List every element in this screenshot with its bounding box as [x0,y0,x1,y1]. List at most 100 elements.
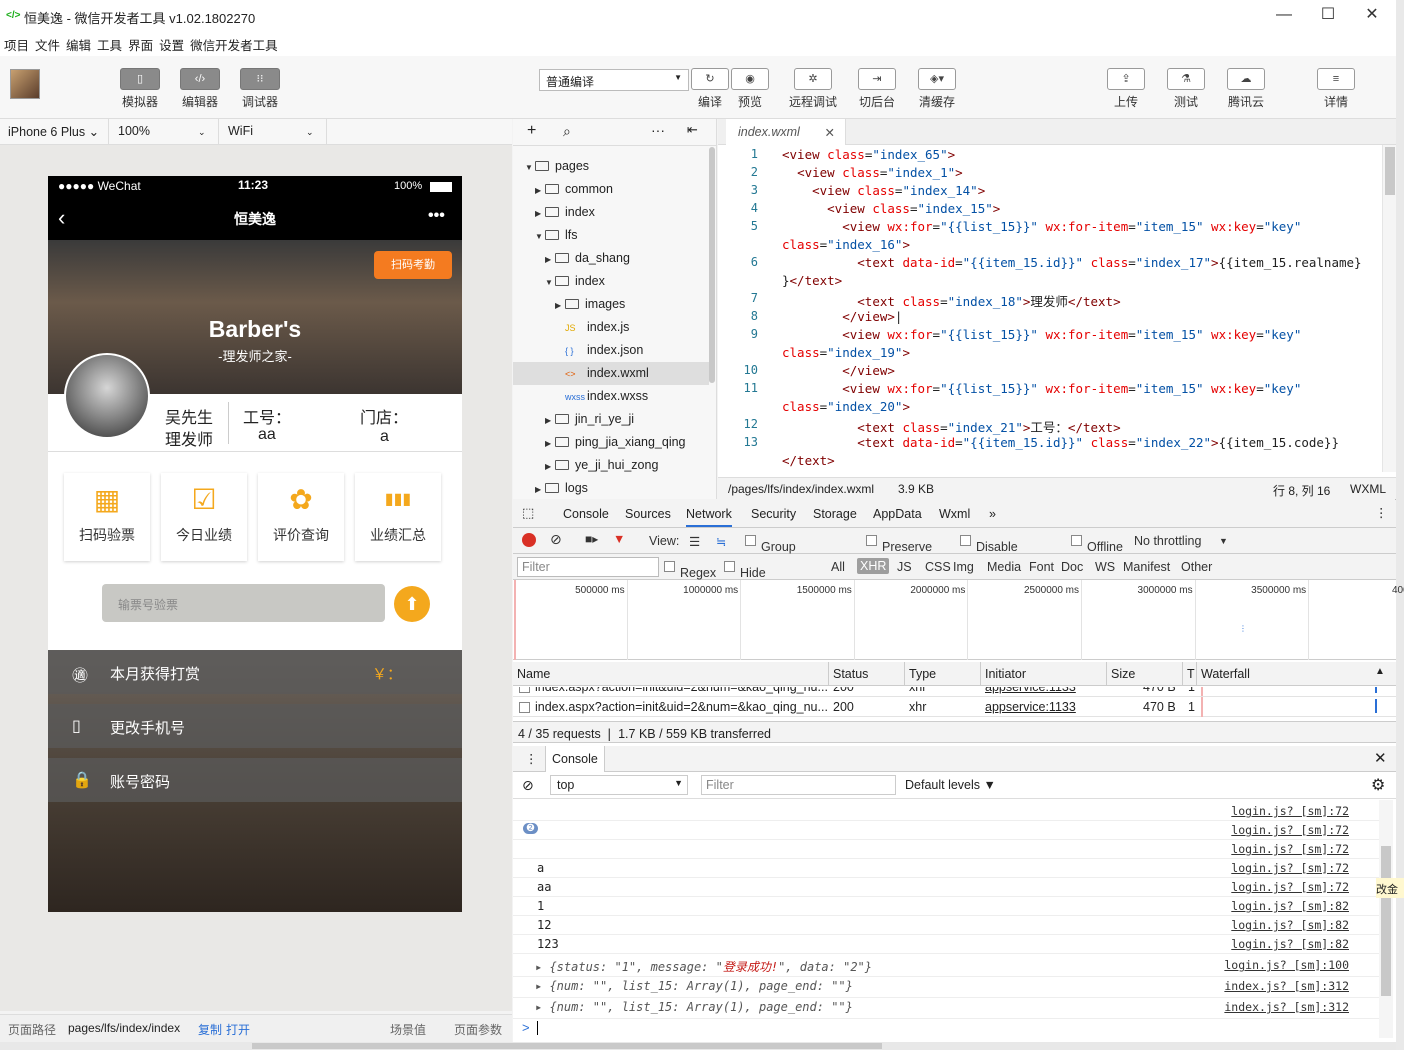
scrollbar[interactable] [709,147,715,383]
menu-item-5[interactable]: 设置 [155,32,186,54]
remote-debug-button[interactable]: ✲ 远程调试 [788,56,838,110]
source-link[interactable]: login.js? [sm]:72 [1231,861,1349,875]
tree-item-index[interactable]: ▶ index [513,201,709,224]
feature-0[interactable]: ▦ 扫码验票 [64,473,150,561]
menu-row-2[interactable]: 🔒 账号密码 [48,758,462,802]
tab-index-wxml[interactable]: index.wxml ✕ [726,119,846,145]
avatar[interactable] [64,353,150,439]
preview-button[interactable]: ◉ 预览 [730,56,770,110]
column-name[interactable]: Name [517,667,550,681]
tree-item-ye-ji-hui-zong[interactable]: ▶ ye_ji_hui_zong [513,454,709,477]
inspect-icon[interactable]: ⬚ [522,505,534,521]
tree-item-index-json[interactable]: { } index.json [513,339,709,362]
tab-wxml[interactable]: Wxml [939,507,970,521]
menu-item-1[interactable]: 文件 [31,32,62,54]
table-row[interactable]: index.aspx?action=init&uid=2&num=&kao_qi… [513,687,1396,697]
log-levels-select[interactable]: Default levels ▼ [905,778,996,792]
source-link[interactable]: login.js? [sm]:72 [1231,804,1349,818]
more-icon[interactable]: ••• [428,207,445,225]
hide-data-urls-checkbox[interactable]: Hide data URLs [724,560,771,608]
tree-item-ping-jia-xiang-qing[interactable]: ▶ ping_jia_xiang_qing [513,431,709,454]
add-icon[interactable]: + [527,122,536,140]
chevron-down-icon[interactable]: ▼ [525,156,535,179]
filter-type-ws[interactable]: WS [1095,560,1115,574]
column-status[interactable]: Status [833,667,868,681]
minimize-icon[interactable]: — [1262,2,1306,30]
tab-sources[interactable]: Sources [625,507,671,521]
initiator-link[interactable]: appservice:1133 [985,700,1076,714]
console-log-row[interactable]: ▸ {num: "", list_15: Array(1), page_end:… [513,977,1383,998]
group-by-frame-checkbox[interactable]: Group by frame [745,534,796,582]
source-link[interactable]: login.js? [sm]:82 [1231,899,1349,913]
filter-type-media[interactable]: Media [987,560,1021,574]
scrollbar[interactable] [1379,800,1393,1038]
row-checkbox[interactable] [519,702,530,713]
tree-item-index-wxml[interactable]: <> index.wxml [513,362,709,385]
chevron-right-icon[interactable]: ▶ [545,409,555,432]
tab-network[interactable]: Network [686,507,732,527]
console-log-row[interactable]: ▸ {num: "", list_15: Array(1), page_end:… [513,998,1383,1019]
menu-row-0[interactable]: ㊜本月获得打赏 ￥： [48,650,462,694]
record-icon[interactable] [522,533,536,547]
source-link[interactable]: login.js? [sm]:72 [1231,880,1349,894]
debugger-button[interactable]: ⁝⁝ 调试器 [240,56,280,110]
regex-checkbox[interactable]: Regex [664,560,716,580]
chevron-down-icon[interactable]: ▼ [535,225,545,248]
search-icon[interactable]: ⌕ [563,123,571,140]
tree-item-pages[interactable]: ▼ pages [513,155,709,178]
tab-[interactable]: » [989,507,996,521]
feature-3[interactable]: ▮▮▮ 业绩汇总 [355,473,441,561]
menu-item-2[interactable]: 编辑 [62,32,93,54]
chevron-right-icon[interactable]: ▶ [535,478,545,501]
copy-link[interactable]: 复制 [198,1021,222,1038]
language-mode[interactable]: WXML [1350,482,1386,496]
background-button[interactable]: ⇥ 切后台 [856,56,898,110]
filter-type-js[interactable]: JS [897,560,912,574]
throttling-select[interactable]: No throttling [1134,534,1201,548]
menu-row-1[interactable]: ▯ 更改手机号 [48,704,462,748]
scene-button[interactable]: 场景值 [390,1021,426,1038]
close-icon[interactable]: ✕ [825,125,835,140]
ticket-input[interactable]: 输票号验票 [102,584,385,622]
clear-icon[interactable]: ⊘ [550,531,562,548]
clear-cache-button[interactable]: ◈▾ 清缓存 [916,56,958,110]
scrollbar[interactable] [0,1042,1396,1050]
chevron-right-icon[interactable]: ▶ [545,432,555,455]
tree-item-logs[interactable]: ▶ logs [513,477,709,500]
gear-icon[interactable]: ⚙ [1371,775,1385,795]
tab-storage[interactable]: Storage [813,507,857,521]
scrollbar[interactable] [1382,145,1396,472]
source-link[interactable]: login.js? [sm]:82 [1231,918,1349,932]
camera-icon[interactable]: ■▸ [585,532,598,546]
verify-button[interactable]: ⬆ [394,586,430,622]
close-icon[interactable]: ✕ [1350,2,1394,30]
kebab-menu-icon[interactable]: ⋮ [1375,505,1388,520]
more-icon[interactable]: ··· [651,122,665,138]
clear-console-icon[interactable]: ⊘ [522,777,534,794]
waterfall-view-icon[interactable]: ≒ [716,534,727,549]
close-icon[interactable]: ✕ [1374,749,1387,767]
filter-type-css[interactable]: CSS [925,560,951,574]
preserve-log-checkbox[interactable]: Preserve log [866,534,932,568]
simulator-button[interactable]: ▯ 模拟器 [120,56,160,110]
tree-item-index-wxss[interactable]: wxss index.wxss [513,385,709,408]
details-button[interactable]: ≡ 详情 [1316,56,1356,110]
filter-icon[interactable]: ▼ [613,532,625,546]
list-view-icon[interactable]: ☰ [689,534,700,549]
test-button[interactable]: ⚗ 测试 [1166,56,1206,110]
tree-item-index[interactable]: ▼ index [513,270,709,293]
filter-type-img[interactable]: Img [953,560,974,574]
filter-type-other[interactable]: Other [1181,560,1212,574]
drawer-menu-icon[interactable]: ⋮ [525,751,538,766]
initiator-link[interactable]: appservice:1133 [985,687,1076,694]
zoom-select[interactable]: 100% [118,124,150,138]
source-link[interactable]: index.js? [sm]:312 [1224,1000,1349,1014]
menu-item-6[interactable]: 微信开发者工具 [186,32,280,54]
device-select[interactable]: iPhone 6 Plus ⌄ [8,124,99,139]
feature-1[interactable]: ☑ 今日业绩 [161,473,247,561]
source-link[interactable]: login.js? [sm]:72 [1231,823,1349,837]
tree-item-jin-ri-ye-ji[interactable]: ▶ jin_ri_ye_ji [513,408,709,431]
filter-type-all[interactable]: All [831,560,845,574]
tree-item-da-shang[interactable]: ▶ da_shang [513,247,709,270]
filter-type-manifest[interactable]: Manifest [1123,560,1170,574]
